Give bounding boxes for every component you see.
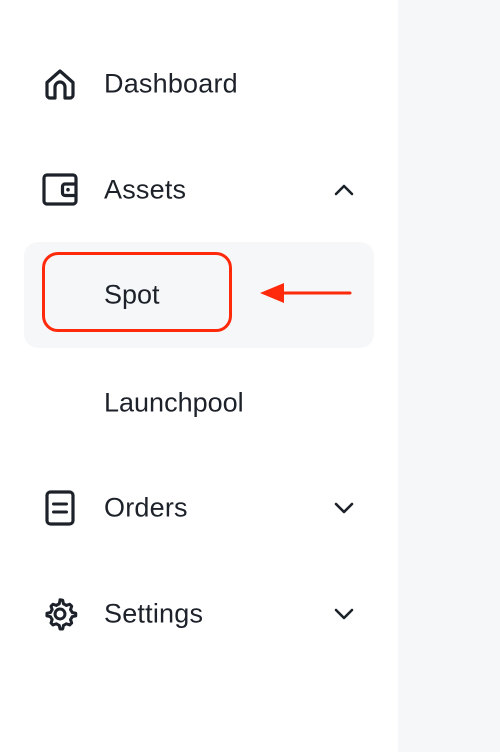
chevron-down-icon[interactable]: [332, 496, 356, 520]
sidebar-item-dashboard[interactable]: Dashboard: [24, 54, 374, 114]
sidebar-item-orders[interactable]: Orders: [24, 478, 374, 538]
sidebar-item-assets[interactable]: Assets: [24, 160, 374, 220]
document-icon: [42, 490, 78, 526]
sidebar-item-label: Settings: [104, 598, 204, 629]
sidebar-item-label: Orders: [104, 492, 188, 523]
sidebar: Dashboard Assets Spot Launchpool Orders …: [0, 0, 398, 752]
sidebar-subitem-launchpool[interactable]: Launchpool: [24, 350, 374, 456]
gear-icon: [42, 596, 78, 632]
annotation-arrow-icon: [260, 283, 352, 303]
sidebar-item-label: Assets: [104, 174, 187, 205]
main-content-area: [398, 0, 500, 752]
sidebar-subitem-label: Launchpool: [104, 387, 244, 418]
chevron-down-icon[interactable]: [332, 602, 356, 626]
wallet-icon: [42, 172, 78, 208]
sidebar-subitem-label: Spot: [104, 279, 160, 310]
chevron-up-icon[interactable]: [332, 178, 356, 202]
home-icon: [42, 66, 78, 102]
sidebar-item-settings[interactable]: Settings: [24, 584, 374, 644]
sidebar-item-label: Dashboard: [104, 68, 238, 99]
